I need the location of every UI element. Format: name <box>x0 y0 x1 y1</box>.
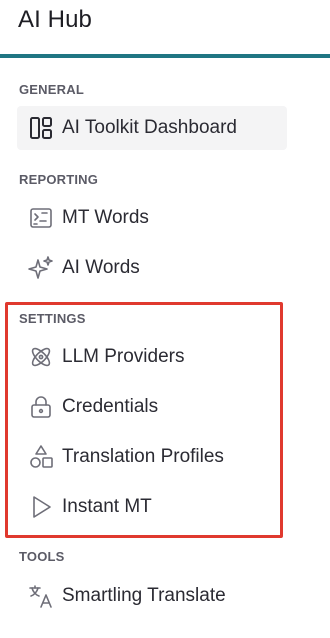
nav-item-llm-providers[interactable]: LLM Providers <box>28 335 185 379</box>
translate-icon <box>28 583 54 609</box>
nav-item-ai-words[interactable]: AI Words <box>28 246 140 290</box>
atom-icon <box>28 344 54 370</box>
play-icon <box>28 494 54 520</box>
nav-label: Instant MT <box>62 496 152 517</box>
app-title: AI Hub <box>18 6 92 33</box>
mt-words-icon <box>28 205 54 231</box>
dashboard-icon <box>28 115 54 141</box>
section-label-tools: TOOLS <box>19 549 65 564</box>
sparkles-icon <box>28 255 54 281</box>
nav-item-mt-words[interactable]: MT Words <box>28 196 149 240</box>
header-accent-bar <box>0 54 330 58</box>
lock-icon <box>28 394 54 420</box>
nav-label: Credentials <box>62 396 159 417</box>
nav-label: LLM Providers <box>62 346 185 367</box>
section-label-reporting: REPORTING <box>19 172 99 187</box>
nav-item-ai-toolkit-dashboard[interactable]: AI Toolkit Dashboard <box>17 106 287 150</box>
nav-item-translation-profiles[interactable]: Translation Profiles <box>28 435 224 479</box>
nav-label: AI Toolkit Dashboard <box>62 117 237 138</box>
section-label-general: GENERAL <box>19 82 84 97</box>
nav-item-credentials[interactable]: Credentials <box>28 385 158 429</box>
section-label-settings: SETTINGS <box>19 311 86 326</box>
shapes-icon <box>28 444 54 470</box>
nav-item-smartling-translate[interactable]: Smartling Translate <box>28 574 226 618</box>
header: AI Hub <box>0 0 330 54</box>
nav-label: MT Words <box>62 207 149 228</box>
nav-label: AI Words <box>62 257 140 278</box>
nav-label: Translation Profiles <box>62 446 224 467</box>
nav-label: Smartling Translate <box>62 585 226 606</box>
nav-item-instant-mt[interactable]: Instant MT <box>28 485 152 529</box>
